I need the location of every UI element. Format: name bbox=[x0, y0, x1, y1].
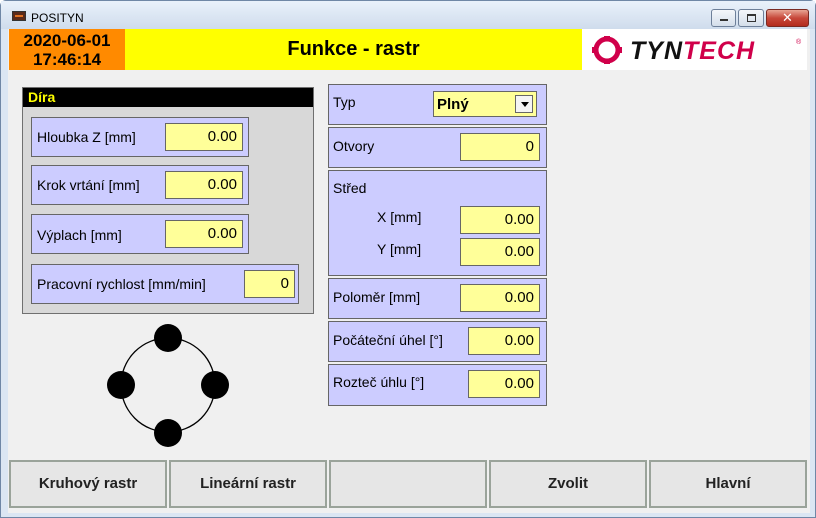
hloubka-z-label: Hloubka Z [mm] bbox=[37, 129, 136, 145]
close-icon: ✕ bbox=[782, 10, 793, 25]
pracovni-rychlost-label: Pracovní rychlost [mm/min] bbox=[37, 276, 206, 292]
hloubka-z-input[interactable]: 0.00 bbox=[165, 123, 243, 151]
polomer-panel: Poloměr [mm] 0.00 bbox=[328, 278, 547, 319]
linearni-rastr-button[interactable]: Lineární rastr bbox=[169, 460, 327, 508]
stred-label: Střed bbox=[333, 180, 367, 196]
raster-circle bbox=[120, 337, 216, 433]
roztec-uhlu-input[interactable]: 0.00 bbox=[468, 370, 540, 398]
raster-hole-right bbox=[201, 371, 229, 399]
polomer-input[interactable]: 0.00 bbox=[460, 284, 540, 312]
krok-vrtani-input[interactable]: 0.00 bbox=[165, 171, 243, 199]
stred-panel: Střed X [mm] 0.00 Y [mm] 0.00 bbox=[328, 170, 547, 276]
logo-text: TYNTECH bbox=[630, 37, 755, 66]
roztec-uhlu-panel: Rozteč úhlu [°] 0.00 bbox=[328, 364, 547, 406]
app-icon bbox=[12, 11, 26, 21]
tyntech-logo: TYNTECH ® bbox=[582, 29, 807, 70]
kruhovy-rastr-button[interactable]: Kruhový rastr bbox=[9, 460, 167, 508]
typ-selected-value: Plný bbox=[437, 96, 469, 113]
zvolit-button[interactable]: Zvolit bbox=[489, 460, 647, 508]
raster-hole-bottom bbox=[154, 419, 182, 447]
hlavni-button[interactable]: Hlavní bbox=[649, 460, 807, 508]
vyplach-field: Výplach [mm] 0.00 bbox=[31, 214, 249, 254]
minimize-icon bbox=[720, 19, 728, 21]
raster-hole-top bbox=[154, 324, 182, 352]
otvory-panel: Otvory 0 bbox=[328, 127, 547, 168]
stred-x-input[interactable]: 0.00 bbox=[460, 206, 540, 234]
typ-panel: Typ Plný bbox=[328, 84, 547, 125]
window-title: POSITYN bbox=[31, 11, 84, 25]
logo-gear-icon bbox=[592, 36, 622, 64]
krok-vrtani-label: Krok vrtání [mm] bbox=[37, 177, 140, 193]
stred-y-input[interactable]: 0.00 bbox=[460, 238, 540, 266]
pracovni-rychlost-input[interactable]: 0 bbox=[244, 270, 295, 298]
hloubka-z-field: Hloubka Z [mm] 0.00 bbox=[31, 117, 249, 157]
polomer-label: Poloměr [mm] bbox=[333, 289, 421, 305]
empty-button[interactable] bbox=[329, 460, 487, 508]
dira-group-title: Díra bbox=[23, 88, 313, 107]
maximize-button[interactable] bbox=[738, 9, 764, 27]
raster-diagram bbox=[107, 324, 229, 447]
logo-tyn: TYN bbox=[630, 37, 683, 65]
pracovni-rychlost-field: Pracovní rychlost [mm/min] 0 bbox=[31, 264, 299, 304]
krok-vrtani-field: Krok vrtání [mm] 0.00 bbox=[31, 165, 249, 205]
logo-tech: TECH bbox=[683, 37, 756, 65]
pocatecni-uhel-panel: Počáteční úhel [°] 0.00 bbox=[328, 321, 547, 362]
page-title: Funkce - rastr bbox=[125, 29, 582, 70]
roztec-uhlu-label: Rozteč úhlu [°] bbox=[333, 374, 425, 390]
typ-select[interactable]: Plný bbox=[433, 91, 537, 117]
vyplach-label: Výplach [mm] bbox=[37, 227, 122, 243]
chevron-down-icon[interactable] bbox=[515, 95, 533, 113]
otvory-label: Otvory bbox=[333, 138, 375, 154]
typ-label: Typ bbox=[333, 94, 356, 110]
datetime-display: 2020-06-01 17:46:14 bbox=[9, 29, 125, 70]
close-button[interactable]: ✕ bbox=[766, 9, 809, 27]
stred-x-label: X [mm] bbox=[377, 209, 422, 225]
current-time: 17:46:14 bbox=[32, 50, 102, 69]
pocatecni-uhel-input[interactable]: 0.00 bbox=[468, 327, 540, 355]
stred-y-label: Y [mm] bbox=[377, 241, 422, 257]
otvory-input[interactable]: 0 bbox=[460, 133, 540, 161]
pocatecni-uhel-label: Počáteční úhel [°] bbox=[333, 332, 443, 348]
raster-hole-left bbox=[107, 371, 135, 399]
title-bar[interactable]: POSITYN ✕ bbox=[1, 1, 815, 29]
logo-registered: ® bbox=[796, 39, 802, 46]
current-date: 2020-06-01 bbox=[23, 31, 111, 50]
maximize-icon bbox=[747, 14, 756, 22]
minimize-button[interactable] bbox=[711, 9, 736, 27]
vyplach-input[interactable]: 0.00 bbox=[165, 220, 243, 248]
